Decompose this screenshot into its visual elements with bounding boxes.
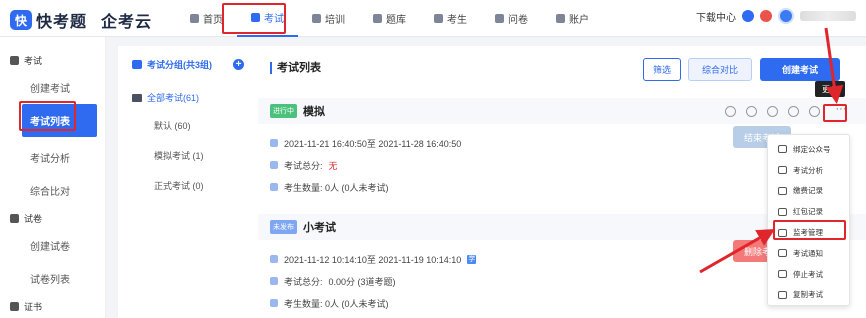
edit-icon[interactable] bbox=[809, 106, 820, 117]
page-title: 考试列表 bbox=[270, 62, 321, 74]
annotation-box-more bbox=[823, 104, 847, 122]
brand-name: 快考题 bbox=[36, 14, 88, 31]
clock-icon bbox=[270, 255, 278, 263]
nav-account[interactable]: 账户 bbox=[542, 0, 603, 37]
status-badge: 进行中 bbox=[270, 104, 297, 118]
menu-item-payment-records[interactable]: 缴费记录 bbox=[768, 181, 849, 202]
exam-name[interactable]: 模拟 bbox=[303, 103, 325, 119]
notice-icon bbox=[778, 249, 787, 258]
folder-icon bbox=[132, 93, 142, 102]
paper-group-icon bbox=[10, 213, 19, 223]
analysis-icon bbox=[778, 166, 787, 175]
sidebar-group-paper: 试卷 bbox=[0, 207, 105, 229]
cup-icon[interactable] bbox=[788, 106, 799, 117]
survey-icon bbox=[495, 14, 504, 23]
sidebar-group-exam: 考试 bbox=[0, 49, 105, 71]
logo-icon: 快 bbox=[10, 10, 32, 30]
group-all-exams[interactable]: 全部考试(61) bbox=[118, 71, 258, 104]
nav-survey[interactable]: 问卷 bbox=[481, 0, 542, 37]
notification-icon[interactable] bbox=[760, 10, 772, 22]
user-icon bbox=[270, 183, 278, 191]
card-action-icons bbox=[725, 106, 820, 117]
filter-button[interactable]: 筛选 bbox=[643, 58, 681, 81]
status-badge: 未发布 bbox=[270, 220, 297, 234]
score-icon bbox=[270, 277, 278, 285]
certificate-icon bbox=[10, 301, 19, 311]
compare-button[interactable]: 综合对比 bbox=[688, 58, 752, 81]
menu-item-exam-analysis[interactable]: 考试分析 bbox=[768, 160, 849, 181]
score-icon bbox=[270, 161, 278, 169]
share-icon[interactable] bbox=[767, 106, 778, 117]
top-right-area: 下载中心 bbox=[696, 8, 856, 24]
preview-icon[interactable] bbox=[725, 106, 736, 117]
group-item-formal[interactable]: 正式考试 (0) bbox=[118, 170, 258, 200]
sidebar-item-create-paper[interactable]: 创建试卷 bbox=[0, 229, 105, 262]
annotation-box-proctor-management bbox=[773, 220, 846, 240]
annotation-box-nav-exam bbox=[222, 3, 286, 34]
user-icon bbox=[270, 299, 278, 307]
exam-group-icon bbox=[10, 55, 19, 65]
add-group-button[interactable]: + bbox=[233, 59, 244, 70]
more-tooltip: 更多 bbox=[815, 81, 845, 97]
question-bank-icon bbox=[373, 14, 382, 23]
download-center-link[interactable]: 下载中心 bbox=[696, 9, 736, 24]
candidate-icon bbox=[434, 14, 443, 23]
group-item-default[interactable]: 默认 (60) bbox=[118, 110, 258, 140]
stop-icon bbox=[778, 270, 787, 279]
group-icon bbox=[132, 60, 142, 69]
home-icon bbox=[190, 14, 199, 23]
menu-item-copy-exam[interactable]: 复制考试 bbox=[768, 285, 849, 306]
nav-candidate[interactable]: 考生 bbox=[420, 0, 481, 37]
sidebar: 考试 创建考试 考试列表 考试分析 综合比对 试卷 创建试卷 试卷列表 证书 bbox=[0, 37, 106, 318]
menu-item-bind-official-account[interactable]: 绑定公众号 bbox=[768, 139, 849, 160]
menu-item-exam-notice[interactable]: 考试通知 bbox=[768, 243, 849, 264]
bookmark-icon[interactable] bbox=[746, 106, 757, 117]
group-item-mock[interactable]: 模拟考试 (1) bbox=[118, 140, 258, 170]
annotation-box-exam-list bbox=[19, 101, 76, 131]
payment-icon bbox=[778, 186, 787, 195]
learn-badge: 学 bbox=[467, 254, 477, 264]
clock-icon bbox=[270, 139, 278, 147]
logo[interactable]: 快 快考题 企考云 bbox=[10, 8, 152, 32]
menu-item-stop-exam[interactable]: 停止考试 bbox=[768, 264, 849, 285]
sidebar-item-compare[interactable]: 综合比对 bbox=[0, 174, 105, 207]
sidebar-item-create-exam[interactable]: 创建考试 bbox=[0, 71, 105, 104]
sidebar-item-paper-list[interactable]: 试卷列表 bbox=[0, 262, 105, 295]
top-navbar: 快 快考题 企考云 首页 考试 培训 题库 考生 问卷 账户 下载中心 bbox=[0, 0, 866, 37]
exam-group-panel: 考试分组(共3组) + 全部考试(61) 默认 (60) 模拟考试 (1) 正式… bbox=[118, 46, 258, 318]
wechat-icon bbox=[778, 145, 787, 154]
avatar[interactable] bbox=[778, 8, 794, 24]
nav-question-bank[interactable]: 题库 bbox=[359, 0, 420, 37]
account-icon bbox=[556, 14, 565, 23]
red-packet-icon bbox=[778, 207, 787, 216]
copy-icon bbox=[778, 290, 787, 299]
create-exam-button[interactable]: 创建考试 bbox=[760, 58, 840, 81]
message-icon[interactable] bbox=[742, 10, 754, 22]
sidebar-group-cert: 证书 bbox=[0, 295, 105, 317]
username-blurred[interactable] bbox=[800, 11, 856, 21]
nav-training[interactable]: 培训 bbox=[298, 0, 359, 37]
exam-name[interactable]: 小考试 bbox=[303, 219, 336, 235]
brand-name-secondary: 企考云 bbox=[101, 14, 153, 31]
training-icon bbox=[312, 14, 321, 23]
sidebar-item-exam-analysis[interactable]: 考试分析 bbox=[0, 141, 105, 174]
